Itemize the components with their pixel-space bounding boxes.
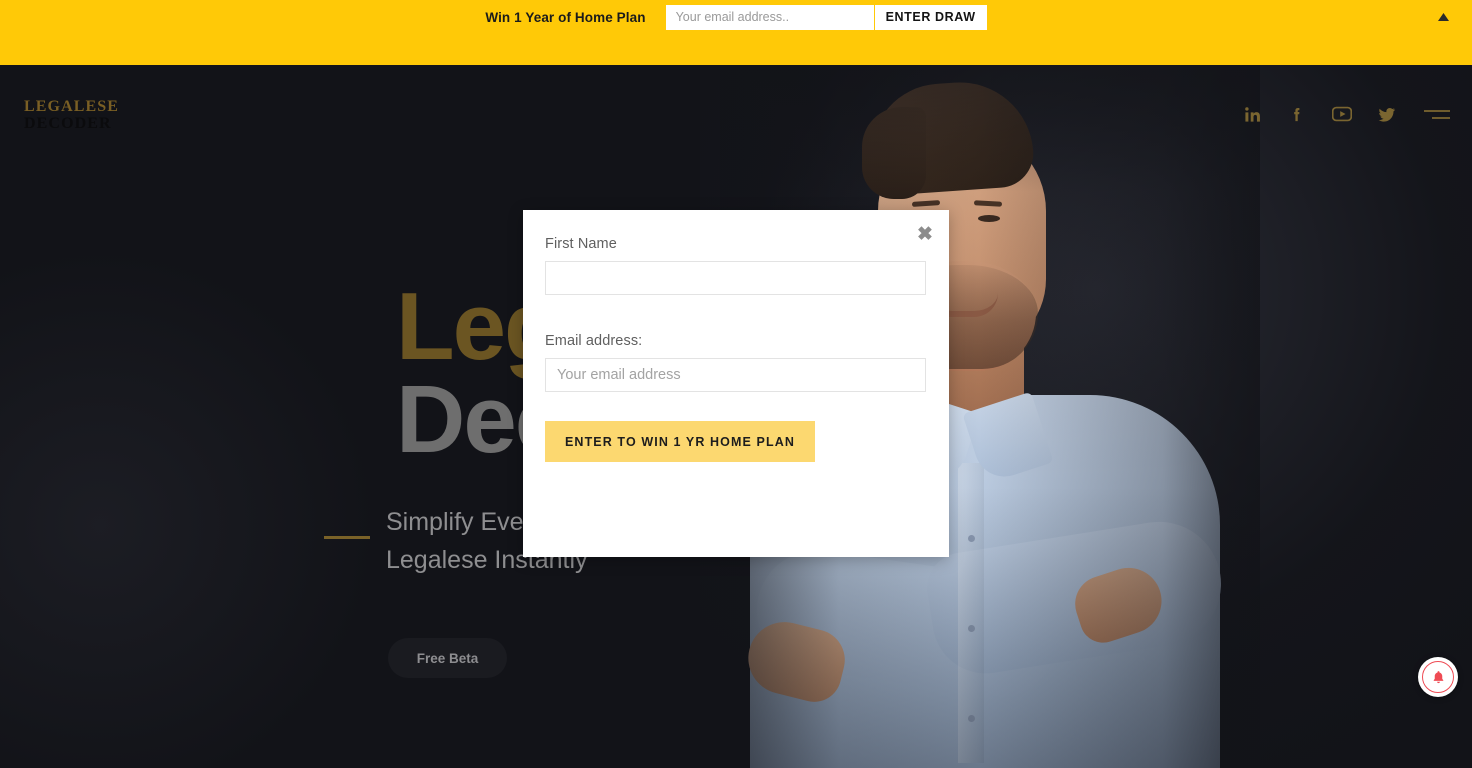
first-name-input[interactable] <box>545 261 926 295</box>
promo-submit-button[interactable]: ENTER DRAW <box>873 4 987 30</box>
promo-banner-inner: Win 1 Year of Home Plan ENTER DRAW <box>0 0 1472 34</box>
first-name-label: First Name <box>545 236 617 252</box>
logo-line-2: DECODER <box>24 114 112 132</box>
accent-dash <box>324 536 370 539</box>
promo-banner: Win 1 Year of Home Plan ENTER DRAW <box>0 0 1472 65</box>
social-links <box>1240 101 1450 127</box>
bell-icon <box>1422 661 1454 693</box>
email-label: Email address: <box>545 333 643 349</box>
youtube-icon[interactable] <box>1330 101 1354 127</box>
promo-email-input[interactable] <box>665 4 874 30</box>
twitter-icon[interactable] <box>1375 101 1399 127</box>
linkedin-icon[interactable] <box>1240 101 1264 127</box>
hamburger-menu-icon[interactable] <box>1424 103 1450 125</box>
email-input[interactable] <box>545 358 926 392</box>
first-name-field-group: First Name <box>545 236 927 295</box>
enter-draw-submit-button[interactable]: ENTER TO WIN 1 YR HOME PLAN <box>545 421 815 462</box>
promo-collapse-triangle-up-icon[interactable] <box>1434 8 1452 26</box>
close-icon[interactable]: ✖ <box>914 223 936 245</box>
facebook-icon[interactable] <box>1285 101 1309 127</box>
notification-bell-button[interactable] <box>1418 657 1458 697</box>
email-field-group: Email address: <box>545 333 927 392</box>
signup-modal: ✖ First Name Email address: ENTER TO WIN… <box>523 210 949 557</box>
logo-line-1: LEGALESE <box>24 98 120 115</box>
free-beta-button[interactable]: Free Beta <box>388 638 507 678</box>
promo-message: Win 1 Year of Home Plan <box>485 9 646 25</box>
site-logo[interactable]: LEGALESE DECODER <box>24 98 120 133</box>
site-header: LEGALESE DECODER <box>0 65 1472 165</box>
signup-modal-body: First Name Email address: ENTER TO WIN 1… <box>523 210 949 462</box>
